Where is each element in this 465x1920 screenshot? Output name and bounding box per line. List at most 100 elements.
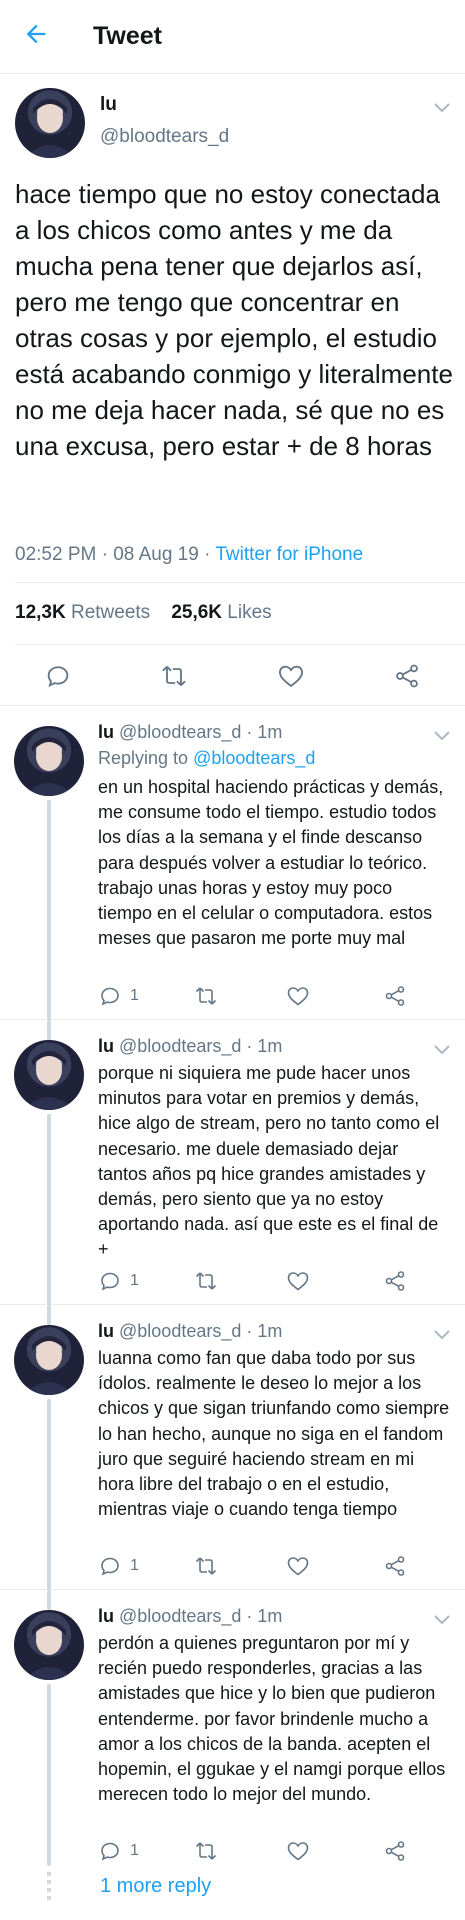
like-button[interactable] <box>286 983 310 1009</box>
like-icon[interactable] <box>277 662 305 690</box>
author-name[interactable]: lu <box>98 722 114 742</box>
reply-header: lu @bloodtears_d · 1m <box>98 1321 282 1342</box>
author-name[interactable]: lu <box>100 94 117 116</box>
like-button[interactable] <box>286 1838 310 1864</box>
reply-button[interactable]: 1 <box>98 1268 139 1294</box>
reply-tweet[interactable]: lu @bloodtears_d · 1m Replying to @blood… <box>0 706 465 1020</box>
more-replies-link[interactable]: 1 more reply <box>100 1875 211 1898</box>
avatar[interactable] <box>14 1325 84 1395</box>
reply-count: 1 <box>130 1842 139 1859</box>
retweet-button[interactable] <box>194 1268 218 1294</box>
reply-tweet[interactable]: lu @bloodtears_d · 1m perdón a quienes p… <box>0 1590 465 1920</box>
retweets-label: Retweets <box>65 602 151 623</box>
reply-icon <box>101 1272 119 1291</box>
author-handle[interactable]: @bloodtears_d · 1m <box>119 1321 282 1341</box>
thread-line <box>47 1399 51 1590</box>
reply-icon <box>101 1842 119 1861</box>
author-handle[interactable]: @bloodtears_d · 1m <box>119 1606 282 1626</box>
chevron-down-icon[interactable] <box>433 1614 451 1626</box>
reply-actions: 1 <box>98 1268 438 1298</box>
chevron-down-icon[interactable] <box>433 1044 451 1056</box>
retweet-icon <box>195 1272 217 1290</box>
retweet-button[interactable] <box>194 983 218 1009</box>
thread-line <box>47 1114 51 1305</box>
retweet-button[interactable] <box>194 1553 218 1579</box>
replying-to-link[interactable]: @bloodtears_d <box>193 748 315 768</box>
reply-header: lu @bloodtears_d · 1m <box>98 722 282 743</box>
share-button[interactable] <box>383 1553 407 1579</box>
retweets-stat[interactable]: 12,3K Retweets <box>15 602 150 623</box>
likes-stat[interactable]: 25,6K Likes <box>171 602 271 623</box>
reply-button[interactable]: 1 <box>98 1838 139 1864</box>
thread-continuation-dots <box>47 1872 51 1902</box>
share-icon <box>385 1271 405 1291</box>
share-button[interactable] <box>383 1268 407 1294</box>
reply-text: perdón a quienes preguntaron por mí y re… <box>98 1633 446 1805</box>
chevron-down-icon[interactable] <box>433 1329 451 1341</box>
reply-text: luanna como fan que daba todo por sus íd… <box>98 1348 450 1520</box>
thread-line <box>47 1590 51 1610</box>
author-handle[interactable]: @bloodtears_d · 1m <box>119 1036 282 1056</box>
share-button[interactable] <box>383 983 407 1009</box>
reply-icon <box>101 987 119 1006</box>
reply-icon[interactable] <box>44 662 72 690</box>
avatar[interactable] <box>14 1040 84 1110</box>
reply-actions: 1 <box>98 983 438 1013</box>
reply-tweet[interactable]: lu @bloodtears_d · 1m porque ni siquiera… <box>0 1020 465 1305</box>
retweet-icon <box>195 1842 217 1860</box>
author-name[interactable]: lu <box>98 1036 114 1056</box>
avatar[interactable] <box>15 88 85 158</box>
reply-text: en un hospital haciendo prácticas y demá… <box>98 777 444 949</box>
reply-actions: 1 <box>98 1838 438 1868</box>
reply-header: lu @bloodtears_d · 1m <box>98 1606 282 1627</box>
chevron-down-icon[interactable] <box>433 102 451 114</box>
avatar[interactable] <box>14 726 84 796</box>
share-icon <box>385 1841 405 1861</box>
thread-line <box>47 1020 51 1040</box>
back-arrow-icon[interactable] <box>22 20 50 48</box>
likes-count: 25,6K <box>171 602 223 623</box>
author-name[interactable]: lu <box>98 1606 114 1626</box>
author-name[interactable]: lu <box>98 1321 114 1341</box>
thread-line <box>47 1305 51 1325</box>
page-title: Tweet <box>93 22 162 50</box>
like-button[interactable] <box>286 1553 310 1579</box>
tweet-time: 02:52 PM · 08 Aug 19 · <box>15 544 216 565</box>
author-handle[interactable]: @bloodtears_d · 1m <box>119 722 282 742</box>
reply-count: 1 <box>130 987 139 1004</box>
reply-actions: 1 <box>98 1553 438 1583</box>
tweet-actions <box>0 644 465 706</box>
retweet-button[interactable] <box>194 1838 218 1864</box>
like-button[interactable] <box>286 1268 310 1294</box>
reply-button[interactable]: 1 <box>98 983 139 1009</box>
like-icon <box>287 1842 309 1861</box>
share-button[interactable] <box>383 1838 407 1864</box>
reply-count: 1 <box>130 1557 139 1574</box>
reply-text: porque ni siquiera me pude hacer unos mi… <box>98 1063 440 1260</box>
retweet-icon <box>195 987 217 1005</box>
reply-count: 1 <box>130 1272 139 1289</box>
chevron-down-icon[interactable] <box>433 730 451 742</box>
tweet-source-link[interactable]: Twitter for iPhone <box>215 544 363 565</box>
reply-tweet[interactable]: lu @bloodtears_d · 1m luanna como fan qu… <box>0 1305 465 1590</box>
author-handle[interactable]: @bloodtears_d <box>100 126 229 148</box>
share-icon[interactable] <box>393 662 421 690</box>
reply-button[interactable]: 1 <box>98 1553 139 1579</box>
share-icon <box>385 986 405 1006</box>
retweet-icon <box>195 1557 217 1575</box>
tweet-text: hace tiempo que no estoy conectada a los… <box>15 179 453 461</box>
thread-line <box>47 800 51 1020</box>
replying-to: Replying to @bloodtears_d <box>98 748 315 769</box>
reply-header: lu @bloodtears_d · 1m <box>98 1036 282 1057</box>
reply-icon <box>101 1557 119 1576</box>
like-icon <box>287 1272 309 1291</box>
retweet-icon[interactable] <box>160 662 188 690</box>
avatar[interactable] <box>14 1610 84 1680</box>
tweet-meta: 02:52 PM · 08 Aug 19 · Twitter for iPhon… <box>15 544 363 566</box>
divider <box>15 582 465 583</box>
main-tweet: lu @bloodtears_d hace tiempo que no esto… <box>0 74 465 706</box>
retweets-count: 12,3K <box>15 602 66 623</box>
like-icon <box>287 987 309 1006</box>
top-bar: Tweet <box>0 0 465 74</box>
share-icon <box>385 1556 405 1576</box>
